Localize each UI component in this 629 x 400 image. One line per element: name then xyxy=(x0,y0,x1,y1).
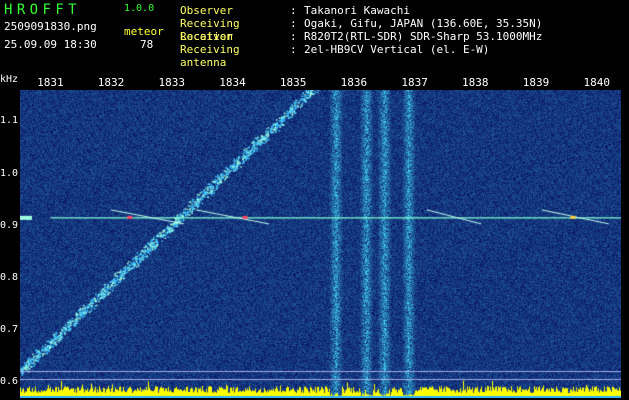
x-tick-label: 1836 xyxy=(340,76,368,89)
x-tick-label: 1835 xyxy=(279,76,307,89)
info-key: Receiving Location xyxy=(180,17,240,43)
info-colon: : xyxy=(290,4,297,17)
info-row-observer: Observer : Takanori Kawachi xyxy=(180,4,542,17)
info-row-antenna: Receiving antenna : 2el-HB9CV Vertical (… xyxy=(180,43,542,69)
meteor-label: meteor xyxy=(124,25,164,38)
info-key: Observer xyxy=(180,4,233,17)
meteor-count: 78 xyxy=(140,38,154,51)
x-tick-label: 1840 xyxy=(583,76,610,89)
file-name: 2509091830.png xyxy=(4,20,97,33)
info-row-location: Receiving Location : Ogaki, Gifu, JAPAN … xyxy=(180,17,543,43)
info-value: 2el-HB9CV Vertical (el. E-W) xyxy=(304,43,490,56)
info-colon: : xyxy=(290,43,297,56)
info-row-receiver: Receiver : R820T2(RTL-SDR) SDR-Sharp 53.… xyxy=(180,30,542,43)
app-version: 1.0.0 xyxy=(124,3,155,14)
y-tick-label: 0.7 xyxy=(0,324,19,336)
info-key: Receiver xyxy=(180,30,233,43)
x-tick-label: 1832 xyxy=(97,76,125,89)
x-tick-label: 1838 xyxy=(462,76,489,89)
x-tick-label: 1839 xyxy=(522,76,550,89)
y-tick-label: 0.6 xyxy=(0,376,19,388)
y-tick-label: 1.0 xyxy=(0,167,19,179)
app-logo: HROFFT xyxy=(4,2,81,18)
info-value: Ogaki, Gifu, JAPAN (136.60E, 35.35N) xyxy=(304,17,543,30)
station-info: Observer : Takanori Kawachi Receiving Lo… xyxy=(180,4,543,69)
file-datetime: 25.09.09 18:30 xyxy=(4,38,97,51)
spectrogram-plot xyxy=(20,90,621,398)
x-tick-label: 1834 xyxy=(219,76,246,89)
info-value: Takanori Kawachi xyxy=(304,4,410,17)
x-tick-label: 1833 xyxy=(158,76,186,89)
x-axis-labels: 1831 1832 1833 1834 1835 1836 1837 1838 1839 1840 xyxy=(0,76,629,90)
x-tick-label: 1831 xyxy=(37,76,64,89)
y-tick-label: 0.9 xyxy=(0,219,19,231)
info-key: Receiving antenna xyxy=(180,43,240,69)
info-colon: : xyxy=(290,30,297,43)
y-tick-label: 0.8 xyxy=(0,271,19,283)
info-value: R820T2(RTL-SDR) SDR-Sharp 53.1000MHz xyxy=(304,30,543,43)
x-tick-label: 1837 xyxy=(401,76,428,89)
y-tick-label: 1.1 xyxy=(0,115,19,127)
info-colon: : xyxy=(290,17,297,30)
